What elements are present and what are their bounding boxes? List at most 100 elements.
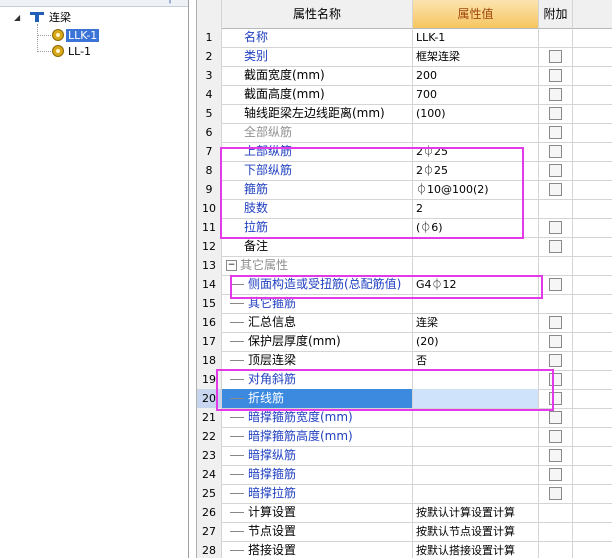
table-row[interactable]: 8 下部纵筋 2⏀25: [197, 161, 612, 181]
table-row[interactable]: 21 暗撑箍筋宽度(mm): [197, 408, 612, 428]
property-value-cell[interactable]: [413, 370, 539, 389]
property-name-cell[interactable]: 截面高度(mm): [222, 85, 413, 104]
attach-checkbox[interactable]: [549, 183, 562, 196]
property-name-cell[interactable]: 保护层厚度(mm): [222, 332, 413, 351]
attach-checkbox[interactable]: [549, 392, 562, 405]
property-value-cell[interactable]: LLK-1: [413, 28, 539, 47]
property-name-cell[interactable]: 备注: [222, 237, 413, 256]
property-value-cell[interactable]: (⏀6): [413, 218, 539, 237]
property-name-cell[interactable]: 顶层连梁: [222, 351, 413, 370]
table-row[interactable]: 13− 其它属性: [197, 256, 612, 276]
table-row[interactable]: 25 暗撑拉筋: [197, 484, 612, 504]
property-value-cell[interactable]: [413, 408, 539, 427]
table-row[interactable]: 5 轴线距梁左边线距离(mm) (100): [197, 104, 612, 124]
attach-checkbox[interactable]: [549, 430, 562, 443]
table-row[interactable]: 16 汇总信息 连梁: [197, 313, 612, 333]
attach-checkbox[interactable]: [549, 221, 562, 234]
property-name-cell[interactable]: 截面宽度(mm): [222, 66, 413, 85]
property-value-cell[interactable]: 2: [413, 199, 539, 218]
property-value-cell[interactable]: [413, 465, 539, 484]
tree-node-root[interactable]: 连梁: [30, 9, 73, 25]
table-row[interactable]: 3 截面宽度(mm) 200: [197, 66, 612, 86]
table-row[interactable]: 22 暗撑箍筋高度(mm): [197, 427, 612, 447]
property-name-cell[interactable]: 暗撑箍筋: [222, 465, 413, 484]
property-value-cell[interactable]: (100): [413, 104, 539, 123]
attach-checkbox[interactable]: [549, 240, 562, 253]
property-name-cell[interactable]: 搭接设置: [222, 541, 413, 558]
property-value-cell[interactable]: [413, 427, 539, 446]
property-value-cell[interactable]: 2⏀25: [413, 161, 539, 180]
property-name-cell[interactable]: 全部纵筋: [222, 123, 413, 142]
attach-checkbox[interactable]: [549, 107, 562, 120]
property-value-cell[interactable]: [413, 446, 539, 465]
attach-checkbox[interactable]: [549, 88, 562, 101]
table-row[interactable]: 6 全部纵筋: [197, 123, 612, 143]
property-name-cell[interactable]: 对角斜筋: [222, 370, 413, 389]
property-name-cell[interactable]: 下部纵筋: [222, 161, 413, 180]
property-name-cell[interactable]: − 其它属性: [222, 256, 413, 275]
collapse-toggle-icon[interactable]: ◢: [14, 10, 24, 26]
property-name-cell[interactable]: 上部纵筋: [222, 142, 413, 161]
table-row[interactable]: 28 搭接设置 按默认搭接设置计算: [197, 541, 612, 558]
property-value-cell[interactable]: G4⏀12: [413, 275, 539, 294]
attach-checkbox[interactable]: [549, 354, 562, 367]
header-attach[interactable]: 附加: [539, 0, 573, 28]
property-value-cell[interactable]: 连梁: [413, 313, 539, 332]
attach-checkbox[interactable]: [549, 335, 562, 348]
attach-checkbox[interactable]: [549, 487, 562, 500]
attach-checkbox[interactable]: [549, 69, 562, 82]
property-value-cell[interactable]: [413, 256, 539, 275]
property-name-cell[interactable]: 箍筋: [222, 180, 413, 199]
property-value-cell[interactable]: 按默认节点设置计算: [413, 522, 539, 541]
attach-checkbox[interactable]: [549, 50, 562, 63]
property-value-cell[interactable]: [413, 294, 539, 313]
property-name-cell[interactable]: 类别: [222, 47, 413, 66]
table-row[interactable]: 12 备注: [197, 237, 612, 257]
table-row[interactable]: 24 暗撑箍筋: [197, 465, 612, 485]
property-value-cell[interactable]: 2⏀25: [413, 142, 539, 161]
property-name-cell[interactable]: 拉筋: [222, 218, 413, 237]
tree-node-ll-1[interactable]: LL-1: [52, 43, 93, 59]
property-value-cell[interactable]: [413, 123, 539, 142]
table-row[interactable]: 9 箍筋 ⏀10@100(2): [197, 180, 612, 200]
tree-node-llk-1[interactable]: LLK-1: [52, 27, 100, 43]
property-value-cell[interactable]: 700: [413, 85, 539, 104]
search-icon[interactable]: ⚲: [166, 0, 180, 5]
property-value-cell[interactable]: 200: [413, 66, 539, 85]
property-value-cell[interactable]: 框架连梁: [413, 47, 539, 66]
table-row[interactable]: 2 类别 框架连梁: [197, 47, 612, 67]
table-row[interactable]: 11 拉筋 (⏀6): [197, 218, 612, 238]
table-row[interactable]: 15 其它箍筋: [197, 294, 612, 314]
property-name-cell[interactable]: 暗撑拉筋: [222, 484, 413, 503]
property-name-cell[interactable]: 肢数: [222, 199, 413, 218]
property-value-cell[interactable]: 按默认计算设置计算: [413, 503, 539, 522]
table-row[interactable]: 27 节点设置 按默认节点设置计算: [197, 522, 612, 542]
property-value-cell[interactable]: (20): [413, 332, 539, 351]
property-name-cell[interactable]: 名称: [222, 28, 413, 47]
property-value-cell[interactable]: [413, 484, 539, 503]
property-name-cell[interactable]: 节点设置: [222, 522, 413, 541]
property-name-cell[interactable]: 暗撑纵筋: [222, 446, 413, 465]
attach-checkbox[interactable]: [549, 145, 562, 158]
property-name-cell[interactable]: 侧面构造或受扭筋(总配筋值): [222, 275, 413, 294]
property-name-cell[interactable]: 其它箍筋: [222, 294, 413, 313]
attach-checkbox[interactable]: [549, 449, 562, 462]
attach-checkbox[interactable]: [549, 468, 562, 481]
table-row[interactable]: 26 计算设置 按默认计算设置计算: [197, 503, 612, 523]
attach-checkbox[interactable]: [549, 411, 562, 424]
table-row[interactable]: 18 顶层连梁 否: [197, 351, 612, 371]
attach-checkbox[interactable]: [549, 316, 562, 329]
property-name-cell[interactable]: 汇总信息: [222, 313, 413, 332]
collapse-icon[interactable]: −: [226, 260, 237, 271]
property-value-cell[interactable]: [413, 389, 539, 408]
header-property-value[interactable]: 属性值: [413, 0, 539, 28]
attach-checkbox[interactable]: [549, 164, 562, 177]
property-name-cell[interactable]: 暗撑箍筋高度(mm): [222, 427, 413, 446]
table-row[interactable]: 19 对角斜筋: [197, 370, 612, 390]
attach-checkbox[interactable]: [549, 373, 562, 386]
property-name-cell[interactable]: 轴线距梁左边线距离(mm): [222, 104, 413, 123]
property-value-cell[interactable]: ⏀10@100(2): [413, 180, 539, 199]
table-row[interactable]: 20 折线筋: [197, 389, 612, 409]
table-row[interactable]: 1 名称 LLK-1: [197, 28, 612, 48]
property-name-cell[interactable]: 折线筋: [222, 389, 413, 408]
